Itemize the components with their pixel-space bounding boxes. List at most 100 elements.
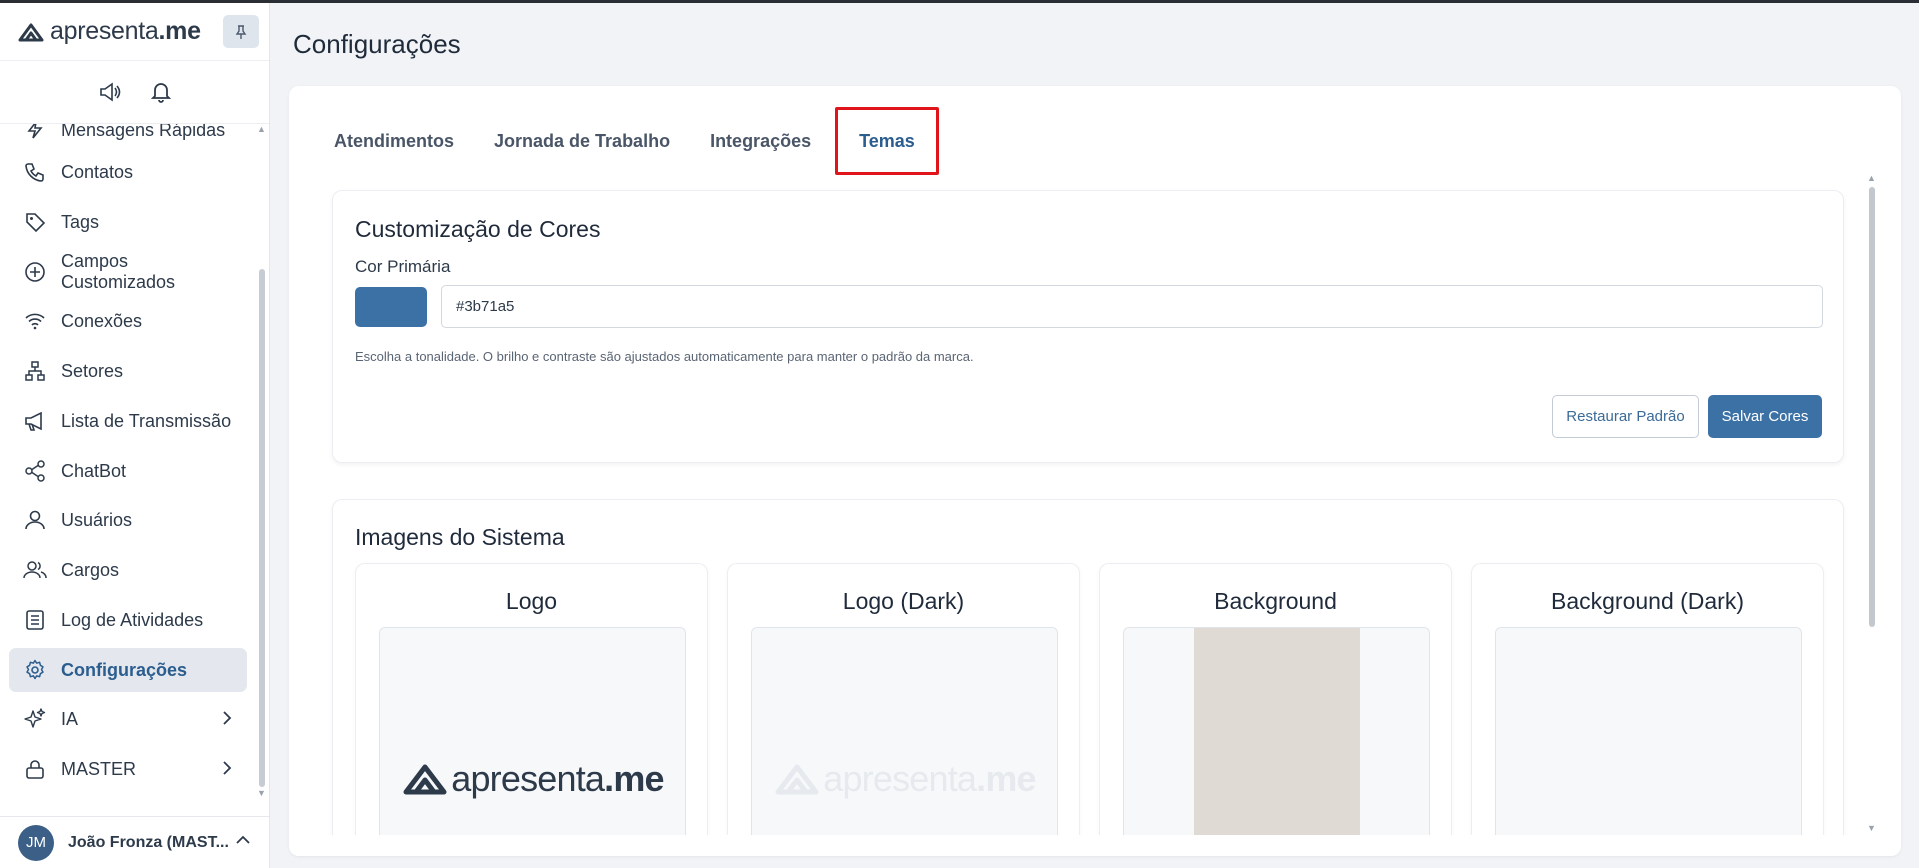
brand-name: apresenta [50,17,159,45]
image-card-title: Background [1214,588,1337,614]
megaphone-icon [22,408,48,434]
megaphone-icon[interactable] [99,82,121,102]
sidebar-item-conexoes[interactable]: Conexões [9,299,247,343]
card-bottom-edge [289,835,1901,856]
sidebar-item-contatos[interactable]: Contatos [9,150,247,194]
image-card-background-dark: Background (Dark) [1471,563,1824,840]
sidebar-item-label: Campos Customizados [60,251,176,292]
sidebar-nav: Mensagens Rápidas Contatos Tags Campos C… [0,124,262,800]
logo-dark-preview: apresenta.me [752,758,1057,800]
image-card-logo: Logo apresenta.me [355,563,708,840]
settings-tabs: Atendimentos Jornada de Trabalho Integra… [314,107,939,175]
brand-logo[interactable]: apresenta.me [18,17,201,46]
sidebar-item-label: Conexões [61,310,143,331]
brand-suffix: .me [158,17,201,45]
sidebar-item-label: Contatos [61,161,134,182]
tab-jornada-de-trabalho[interactable]: Jornada de Trabalho [474,107,690,175]
tab-integracoes[interactable]: Integrações [690,107,831,175]
brand-name: apresenta [451,758,605,799]
sidebar-item-label: Lista de Transmissão [61,410,232,431]
brand-suffix: .me [976,758,1036,799]
logo-preview: apresenta.me [380,758,685,800]
pin-icon [235,24,247,39]
image-card-title: Logo [505,588,558,614]
page-title: Configurações [293,29,461,59]
sidebar-item-tags[interactable]: Tags [9,200,247,244]
sidebar-item-label: Log de Atividades [61,609,204,630]
scroll-up-icon[interactable]: ▲ [257,124,266,134]
sidebar-item-log-atividades[interactable]: Log de Atividades [9,598,247,642]
user-name: João Fronza (MAST... [68,833,229,851]
chevron-right-icon [222,710,232,726]
sidebar-item-setores[interactable]: Setores [9,349,247,393]
sidebar-item-cargos[interactable]: Cargos [9,548,247,592]
tab-temas[interactable]: Temas [835,107,939,175]
tab-atendimentos[interactable]: Atendimentos [314,107,474,175]
background-upload-area[interactable] [1123,627,1430,840]
brand-name: apresenta [823,758,977,799]
sidebar-item-usuarios[interactable]: Usuários [9,498,247,542]
scroll-down-icon[interactable]: ▼ [257,788,266,798]
scroll-up-icon[interactable]: ▲ [1867,173,1876,183]
sidebar-item-label: MASTER [61,758,137,779]
sidebar-quick-icons [0,61,269,124]
logo-mark-icon [403,764,447,795]
sidebar-item-configuracoes[interactable]: Configurações [9,648,247,692]
sidebar-item-label: Tags [61,211,100,232]
lock-icon [22,756,48,782]
logo-mark-icon [18,23,44,41]
primary-color-input[interactable] [441,285,1823,328]
users-icon [22,557,48,583]
brand-suffix: .me [604,758,664,799]
bolt-icon [22,124,48,143]
user-menu[interactable]: JM João Fronza (MAST... [0,816,269,868]
image-card-logo-dark: Logo (Dark) apresenta.me [727,563,1080,840]
sidebar-item-master[interactable]: MASTER [9,747,247,791]
wifi-icon [22,308,48,334]
tag-icon [22,209,48,235]
share-icon [22,458,48,484]
logo-dark-upload-area[interactable]: apresenta.me [751,627,1058,840]
color-help-text: Escolha a tonalidade. O brilho e contras… [355,349,974,364]
background-dark-upload-area[interactable] [1495,627,1802,840]
sidebar-item-label: Setores [61,360,124,381]
image-card-background: Background [1099,563,1452,840]
sidebar: apresenta.me Mensagens Rápidas Contatos … [0,3,270,868]
scroll-down-icon[interactable]: ▼ [1867,823,1876,833]
sidebar-item-lista-transmissao[interactable]: Lista de Transmissão [9,399,247,443]
sidebar-item-label: IA [61,708,79,729]
sidebar-item-label: Cargos [61,559,120,580]
bell-icon[interactable] [150,81,171,103]
sidebar-item-label: Usuários [61,509,133,530]
primary-color-swatch[interactable] [355,287,427,327]
content-scroll-thumb[interactable] [1869,187,1875,627]
image-card-title: Background (Dark) [1550,588,1745,614]
logo-mark-icon [775,764,819,795]
chevron-right-icon [222,760,232,776]
sidebar-scroll-thumb[interactable] [259,269,265,787]
chevron-up-icon [235,835,251,845]
image-card-title: Logo (Dark) [842,588,965,614]
logo-upload-area[interactable]: apresenta.me [379,627,686,840]
sidebar-header: apresenta.me [0,3,269,61]
plus-circle-icon [22,259,48,285]
pin-sidebar-button[interactable] [223,15,259,48]
user-icon [22,507,48,533]
background-preview [1194,628,1360,840]
sidebar-item-mensagens-rapidas[interactable]: Mensagens Rápidas [9,124,247,152]
sidebar-item-label: ChatBot [61,460,127,481]
list-icon [22,607,48,633]
gear-icon [22,657,48,683]
sitemap-icon [22,358,48,384]
save-colors-button[interactable]: Salvar Cores [1708,395,1822,438]
sidebar-item-label: Configurações [61,659,188,680]
primary-color-label: Cor Primária [355,257,451,276]
sidebar-item-label: Mensagens Rápidas [61,124,226,140]
images-section-title: Imagens do Sistema [355,524,565,550]
sidebar-item-ia[interactable]: IA [9,697,247,741]
avatar: JM [18,824,54,861]
phone-icon [22,159,48,185]
restore-default-button[interactable]: Restaurar Padrão [1552,395,1699,438]
sidebar-item-campos-customizados[interactable]: Campos Customizados [9,250,247,294]
sidebar-item-chatbot[interactable]: ChatBot [9,449,247,493]
